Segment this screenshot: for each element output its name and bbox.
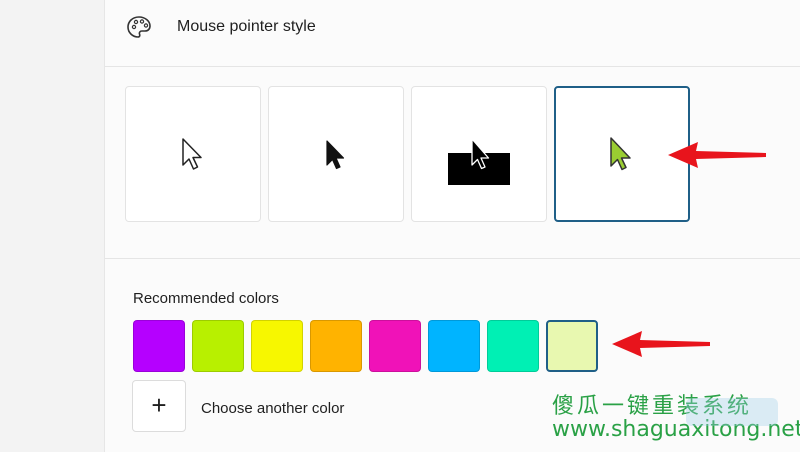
header-label: Mouse pointer style [177, 18, 316, 35]
pointer-style-white[interactable] [125, 86, 261, 222]
left-navigation-area [0, 0, 104, 452]
annotation-arrow-icon [612, 331, 710, 357]
color-swatch-lime[interactable] [192, 320, 244, 372]
custom-color-cursor-icon [610, 137, 631, 171]
choose-another-color-button[interactable]: + [132, 380, 186, 432]
pointer-style-black[interactable] [268, 86, 404, 222]
annotation-arrow-icon [668, 142, 766, 168]
color-swatch-orange[interactable] [310, 320, 362, 372]
color-swatch-aqua[interactable] [487, 320, 539, 372]
black-cursor-icon [326, 140, 345, 170]
mouse-pointer-style-header[interactable]: Mouse pointer style [105, 0, 800, 67]
color-swatch-sky-blue[interactable] [428, 320, 480, 372]
settings-panel: Mouse pointer style Recommended colors +… [104, 0, 800, 452]
white-cursor-icon [182, 138, 202, 170]
watermark-logo-icon [686, 398, 778, 426]
color-swatch-purple[interactable] [133, 320, 185, 372]
section-divider [105, 258, 800, 259]
color-swatch-magenta[interactable] [369, 320, 421, 372]
pointer-style-inverted[interactable] [411, 86, 547, 222]
palette-icon [127, 16, 151, 38]
choose-another-color-label[interactable]: Choose another color [201, 400, 344, 417]
color-swatch-pale-green[interactable] [546, 320, 598, 372]
color-swatch-yellow[interactable] [251, 320, 303, 372]
plus-icon: + [151, 390, 167, 420]
recommended-colors-label: Recommended colors [133, 290, 279, 307]
inverted-cursor-icon [448, 138, 510, 185]
